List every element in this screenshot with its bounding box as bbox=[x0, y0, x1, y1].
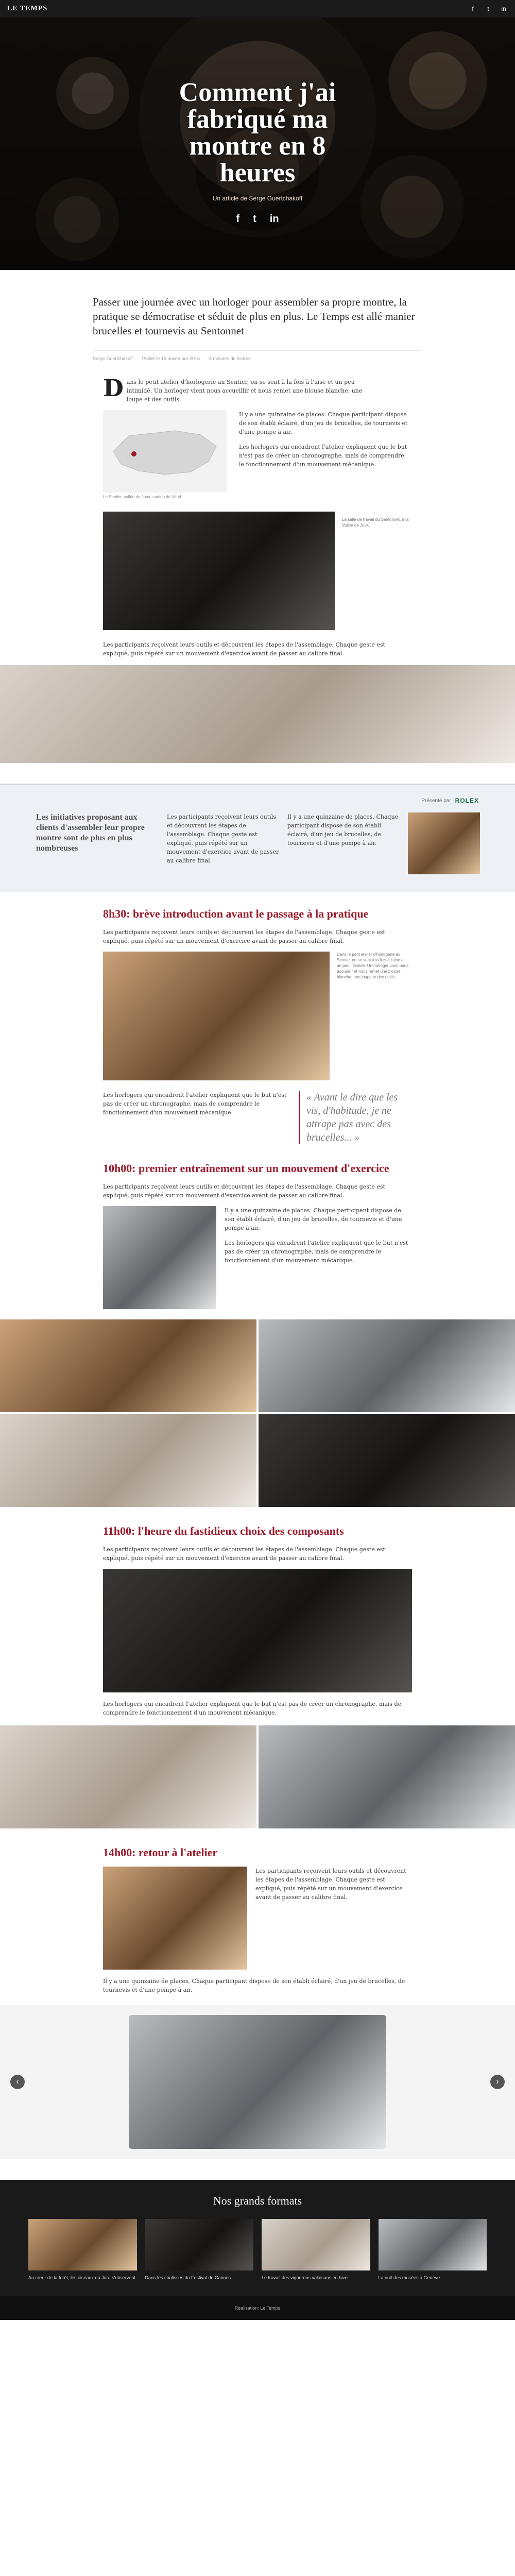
gallery-photo bbox=[259, 1319, 515, 1412]
intro-paragraph: Il y a une quinzaine de places. Chaque p… bbox=[239, 411, 408, 435]
sponsor-photo bbox=[408, 812, 480, 874]
components-photo bbox=[103, 1569, 412, 1692]
section-heading: 14h00: retour à l'atelier bbox=[103, 1846, 218, 1859]
pull-quote: « Avant le dire que les vis, d'habitude,… bbox=[299, 1091, 412, 1144]
body-paragraph: Il y a une quinzaine de places. Chaque p… bbox=[103, 1978, 405, 1993]
byline-reading-time: 5 minutes de lecture bbox=[209, 356, 251, 361]
site-logo[interactable]: LE TEMPS bbox=[7, 5, 47, 13]
section-photo bbox=[103, 952, 330, 1080]
map-caption: Le Sentier, vallée de Joux, canton de Va… bbox=[103, 495, 181, 499]
format-thumbnail bbox=[28, 2219, 137, 2270]
article-lead: Passer une journée avec un horloger pour… bbox=[93, 296, 415, 337]
body-paragraph: Il y a une quinzaine de places. Chaque p… bbox=[225, 1207, 402, 1231]
body-paragraph: Les participants reçoivent leurs outils … bbox=[103, 929, 385, 944]
image-slider: ‹ › bbox=[0, 2005, 515, 2159]
hero-banner: Comment j'ai fabriqué ma montre en 8 heu… bbox=[0, 18, 515, 270]
hero-share: f t in bbox=[0, 213, 515, 225]
gallery-photo bbox=[0, 1414, 256, 1507]
body-paragraph: Les participants reçoivent leurs outils … bbox=[103, 641, 385, 657]
body-paragraph: Les participants reçoivent leurs outils … bbox=[103, 1546, 385, 1562]
intro-paragraph: Les horlogers qui encadrent l'atelier ex… bbox=[239, 444, 407, 468]
format-card[interactable]: Au cœur de la forêt, les oiseaux du Jura… bbox=[28, 2219, 137, 2281]
format-thumbnail bbox=[262, 2219, 370, 2270]
sponsor-text: Il y a une quinzaine de places. Chaque p… bbox=[287, 814, 399, 846]
format-card-title: Dans les coulisses du Festival de Cannes bbox=[145, 2275, 231, 2280]
slider-prev-button[interactable]: ‹ bbox=[10, 2075, 25, 2089]
section-heading: 8h30: brève introduction avant le passag… bbox=[103, 907, 369, 920]
share-linkedin-icon[interactable]: in bbox=[270, 213, 279, 225]
byline: Serge Guertchakoff Publié le 15 novembre… bbox=[93, 350, 422, 361]
twitter-icon[interactable]: t bbox=[484, 5, 492, 12]
article-author: Un article de Serge Guertchakoff bbox=[212, 195, 303, 202]
body-paragraph: Les participants reçoivent leurs outils … bbox=[103, 1183, 385, 1199]
sponsor-logo[interactable]: ROLEX bbox=[455, 797, 479, 804]
movement-photo bbox=[103, 1206, 216, 1309]
gallery-photo bbox=[0, 1319, 256, 1412]
share-facebook-icon[interactable]: f bbox=[236, 213, 239, 225]
workshop-photo bbox=[103, 512, 335, 630]
sponsored-band: Présenté par ROLEX Les initiatives propo… bbox=[0, 784, 515, 892]
slider-next-button[interactable]: › bbox=[490, 2075, 505, 2089]
gallery-photo bbox=[259, 1725, 515, 1828]
body-paragraph: Les horlogers qui encadrent l'atelier ex… bbox=[103, 1701, 402, 1716]
section-heading: 11h00: l'heure du fastidieux choix des c… bbox=[103, 1524, 344, 1537]
share-twitter-icon[interactable]: t bbox=[253, 213, 256, 225]
slider-image bbox=[129, 2015, 386, 2149]
swiss-map bbox=[103, 410, 227, 493]
gallery-photo bbox=[259, 1414, 515, 1507]
body-paragraph: Les horlogers qui encadrent l'atelier ex… bbox=[225, 1240, 408, 1264]
photo-caption: La salle de travail du Sentonnet, à la V… bbox=[342, 517, 409, 528]
intro-paragraph: Dans le petit atelier d'horlogerie au Se… bbox=[103, 374, 363, 403]
photo-caption: Dans le petit atelier d'horlogerie au Se… bbox=[337, 952, 409, 979]
formats-title: Nos grands formats bbox=[213, 2194, 302, 2207]
byline-date: Publié le 15 novembre 2016 bbox=[142, 356, 200, 361]
format-card-title: Le travail des vignerons valaisans en hi… bbox=[262, 2275, 349, 2280]
top-social: f t in bbox=[469, 5, 508, 12]
format-card-title: Au cœur de la forêt, les oiseaux du Jura… bbox=[28, 2275, 135, 2280]
sponsor-label: Présenté par bbox=[421, 798, 451, 804]
body-paragraph: Les horlogers qui encadrent l'atelier ex… bbox=[103, 1092, 287, 1116]
format-card[interactable]: Le travail des vignerons valaisans en hi… bbox=[262, 2219, 370, 2281]
top-bar: LE TEMPS f t in bbox=[0, 0, 515, 18]
facebook-icon[interactable]: f bbox=[469, 5, 477, 12]
format-card[interactable]: La nuit des musées à Genève bbox=[378, 2219, 487, 2281]
linkedin-icon[interactable]: in bbox=[500, 5, 508, 12]
format-thumbnail bbox=[145, 2219, 253, 2270]
page-footer: Réalisation: Le Temps bbox=[0, 2296, 515, 2320]
formats-section: Nos grands formats Au cœur de la forêt, … bbox=[0, 2180, 515, 2296]
section-heading: 10h00: premier entraînement sur un mouve… bbox=[103, 1162, 389, 1175]
article-title: Comment j'ai fabriqué ma montre en 8 heu… bbox=[179, 78, 336, 188]
atelier-photo bbox=[103, 1867, 247, 1970]
map-shape bbox=[113, 430, 217, 475]
format-card[interactable]: Dans les coulisses du Festival de Cannes bbox=[145, 2219, 253, 2281]
sponsor-text: Les participants reçoivent leurs outils … bbox=[167, 814, 279, 864]
wide-workshop-photo bbox=[0, 665, 515, 763]
format-thumbnail bbox=[378, 2219, 487, 2270]
format-card-title: La nuit des musées à Genève bbox=[378, 2275, 440, 2280]
gallery-photo bbox=[0, 1725, 256, 1828]
byline-author[interactable]: Serge Guertchakoff bbox=[93, 356, 133, 361]
body-paragraph: Les participants reçoivent leurs outils … bbox=[255, 1868, 406, 1901]
sponsor-title: Les initiatives proposant aux clients d'… bbox=[36, 813, 145, 853]
